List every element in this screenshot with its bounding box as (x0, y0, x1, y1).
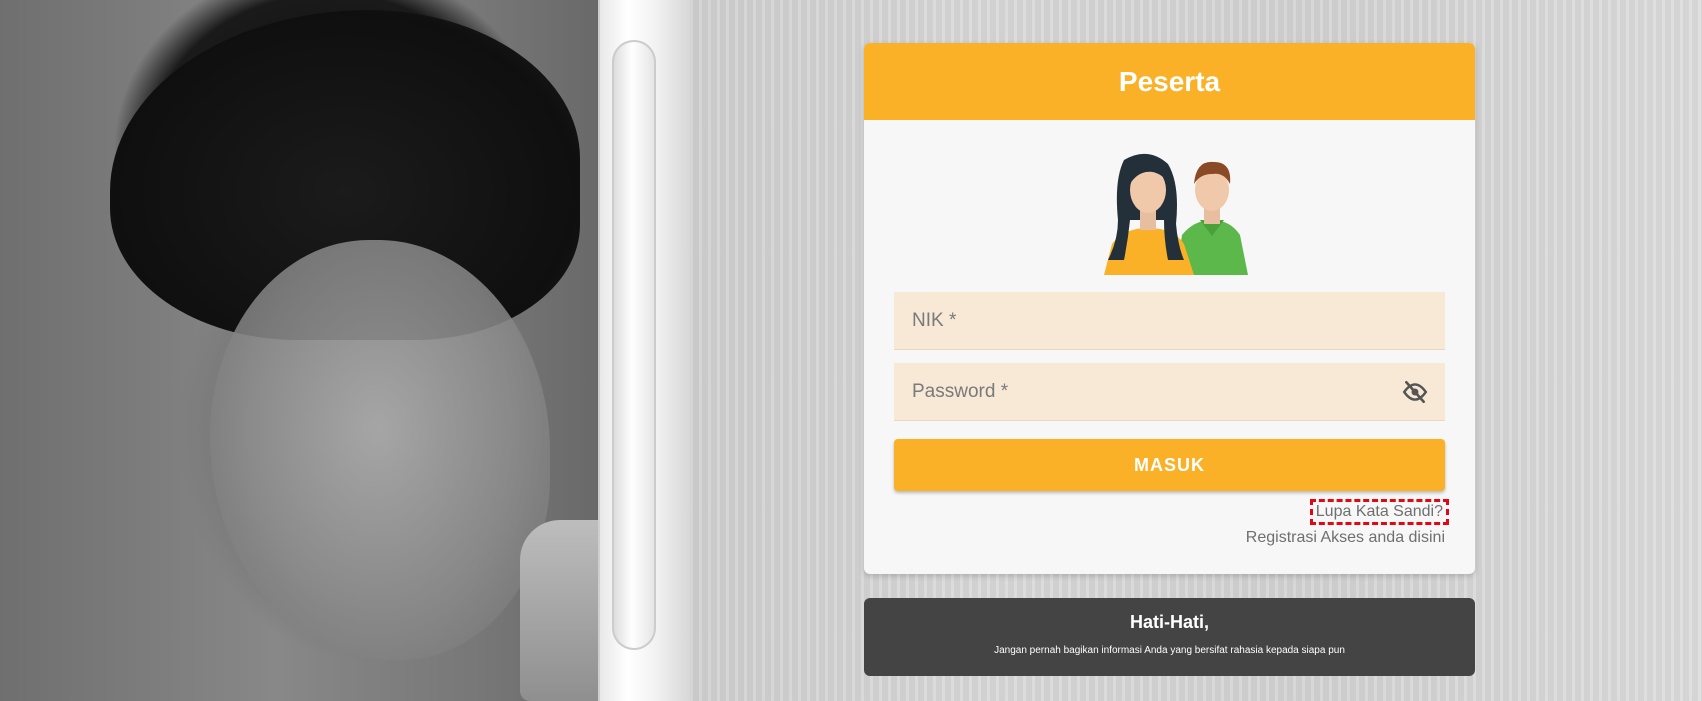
warning-text: Jangan pernah bagikan informasi Anda yan… (994, 645, 1345, 656)
nik-input[interactable] (910, 308, 1429, 333)
masuk-button[interactable]: MASUK (894, 439, 1445, 491)
login-title: Peserta (1118, 65, 1221, 97)
password-input[interactable] (910, 379, 1401, 404)
warning-box: Hati-Hati, Jangan pernah bagikan informa… (864, 598, 1475, 676)
eye-off-icon[interactable] (1401, 377, 1429, 407)
forgot-password-link[interactable]: Lupa Kata Sandi? (1309, 499, 1450, 525)
people-avatar-icon (1104, 153, 1248, 275)
background-photo-face (210, 240, 550, 660)
login-card-header: Peserta (864, 43, 1475, 120)
warning-title: Hati-Hati, (1129, 612, 1209, 632)
login-page: Peserta NIK * MASUK Lupa Kata Sandi? Reg… (0, 0, 1702, 701)
background-door-handle (612, 40, 656, 650)
login-card: Peserta NIK * MASUK Lupa Kata Sandi? Reg… (864, 43, 1475, 574)
register-link[interactable]: Registrasi Akses anda disini (1246, 529, 1445, 547)
nik-field[interactable] (894, 292, 1445, 350)
background-photo (0, 0, 690, 701)
password-field[interactable] (894, 363, 1445, 421)
